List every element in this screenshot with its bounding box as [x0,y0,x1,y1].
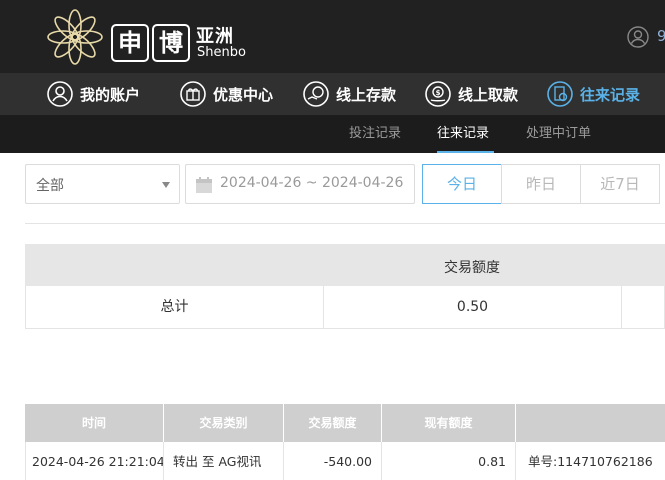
nav-records-label: 往来记录 [580,85,641,104]
cell-balance: 0.81 [382,442,516,480]
nav-withdraw-label: 线上取款 [458,85,519,104]
column-time: 时间 [25,404,164,442]
calendar-icon [196,177,212,193]
withdraw-icon: $ [425,81,451,107]
nav-promotions-label: 优惠中心 [213,85,274,104]
summary-header: 交易额度 [25,244,665,286]
cell-amount: -540.00 [284,442,382,480]
date-range-input[interactable]: 2024-04-26 ~ 2024-04-26 [185,164,415,204]
svg-text:$: $ [436,89,441,97]
column-note [516,404,665,442]
user-name-text[interactable]: 9 [657,27,665,45]
nav-withdraw[interactable]: $ 线上取款 [424,73,518,115]
summary-header-label: 交易额度 [444,260,500,276]
summary-total-label: 总计 [26,286,324,328]
top-bar: 申 博 亚洲 Shenbo 9 [0,0,665,73]
chevron-down-icon [162,182,170,188]
column-balance: 现有额度 [382,404,516,442]
last-7-days-button[interactable]: 近7日 [580,164,660,204]
nav-deposit-label: 线上存款 [336,85,397,104]
cell-type: 转出 至 AG视讯 [164,442,284,480]
nav-deposit[interactable]: 线上存款 [302,73,396,115]
cell-time: 2024-04-26 21:21:04 [26,442,164,480]
nav-my-account[interactable]: 我的账户 [46,73,140,115]
flower-logo-icon [47,9,103,65]
cell-note: 单号:114710762186 [528,454,653,469]
today-button[interactable]: 今日 [422,164,502,204]
account-icon[interactable] [627,26,649,48]
subtab-transaction-records[interactable]: 往来记录 [437,115,489,153]
date-range-value: 2024-04-26 ~ 2024-04-26 [220,175,404,191]
summary-row: 总计 0.50 [25,286,665,329]
logo-char-2: 博 [152,24,190,62]
records-icon [547,81,573,107]
main-nav: 我的账户 优惠中心 线上存款 $ 线上取款 往来记录 [0,73,665,115]
column-type: 交易类别 [164,404,284,442]
summary-total-value: 0.50 [324,286,622,328]
yesterday-button[interactable]: 昨日 [501,164,581,204]
table-row: 2024-04-26 21:21:04 转出 至 AG视讯 -540.00 0.… [25,442,665,480]
subtab-pending-orders[interactable]: 处理中订单 [526,115,591,153]
active-tab-indicator [437,151,494,153]
logo-char-1: 申 [111,24,149,62]
column-amount: 交易额度 [284,404,382,442]
nav-promotions[interactable]: 优惠中心 [179,73,273,115]
type-select[interactable]: 全部 [25,164,180,204]
subtab-bet-records[interactable]: 投注记录 [349,115,401,153]
gift-icon [180,81,206,107]
nav-my-account-label: 我的账户 [80,85,141,104]
logo-en-text: Shenbo [197,45,246,60]
user-icon [47,81,73,107]
type-select-value: 全部 [36,178,64,194]
records-table-header: 时间 交易类别 交易额度 现有额度 [25,404,665,442]
divider [25,223,665,224]
deposit-icon [303,81,329,107]
nav-records[interactable]: 往来记录 [546,73,640,115]
sub-nav: 投注记录 往来记录 处理中订单 [0,115,665,153]
